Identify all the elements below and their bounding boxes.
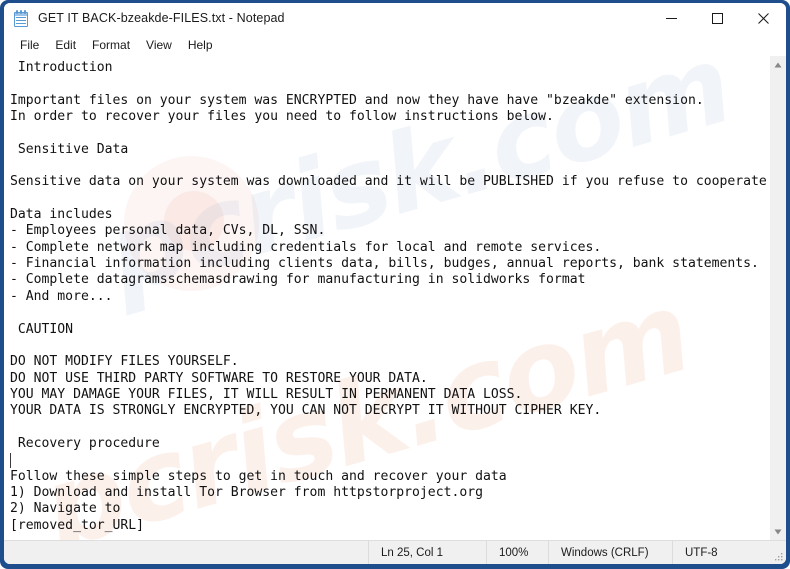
status-bar: Ln 25, Col 1 100% Windows (CRLF) UTF-8 bbox=[4, 540, 786, 564]
text-line: - Employees personal data, CVs, DL, SSN. bbox=[10, 223, 326, 239]
document-text[interactable]: Introduction Important files on your syst… bbox=[4, 56, 769, 534]
scroll-up-button[interactable] bbox=[770, 56, 787, 73]
minimize-button[interactable] bbox=[648, 3, 694, 33]
resize-grip[interactable] bbox=[772, 541, 786, 564]
menu-item-view[interactable]: View bbox=[138, 36, 180, 54]
status-spacer bbox=[4, 541, 368, 564]
notepad-icon bbox=[13, 9, 29, 27]
vertical-scrollbar[interactable] bbox=[769, 56, 786, 540]
text-line: YOU MAY DAMAGE YOUR FILES, IT WILL RESUL… bbox=[10, 386, 523, 402]
text-line bbox=[10, 191, 769, 207]
text-line: Sensitive Data bbox=[10, 141, 129, 157]
maximize-icon bbox=[711, 12, 723, 24]
text-line bbox=[10, 338, 769, 354]
menu-item-file[interactable]: File bbox=[12, 36, 47, 54]
window-inner: GET IT BACK-bzeakde-FILES.txt - Notepad bbox=[4, 3, 786, 564]
text-line: Introduction bbox=[10, 60, 113, 75]
title-bar-left: GET IT BACK-bzeakde-FILES.txt - Notepad bbox=[4, 9, 648, 27]
close-button[interactable] bbox=[740, 3, 786, 33]
text-line: 2) Navigate to bbox=[10, 501, 121, 517]
text-line bbox=[10, 158, 769, 174]
text-line: YOUR DATA IS STRONGLY ENCRYPTED, YOU CAN… bbox=[10, 403, 602, 419]
scrollbar-thumb[interactable] bbox=[770, 73, 786, 523]
scroll-down-icon bbox=[774, 529, 782, 534]
text-caret bbox=[10, 453, 11, 469]
title-bar[interactable]: GET IT BACK-bzeakde-FILES.txt - Notepad bbox=[4, 3, 786, 33]
status-line-ending[interactable]: Windows (CRLF) bbox=[548, 541, 672, 564]
text-line: [removed_tor_URL] bbox=[10, 517, 145, 533]
menu-item-help[interactable]: Help bbox=[180, 36, 221, 54]
text-line: - Complete network map including credent… bbox=[10, 239, 602, 255]
text-line: Data includes bbox=[10, 207, 113, 223]
text-line bbox=[10, 76, 769, 92]
text-line: Recovery procedure bbox=[10, 435, 160, 451]
window-title: GET IT BACK-bzeakde-FILES.txt - Notepad bbox=[38, 11, 285, 25]
menu-item-edit[interactable]: Edit bbox=[47, 36, 84, 54]
text-line: Important files on your system was ENCRY… bbox=[10, 92, 704, 108]
text-line: - Financial information including client… bbox=[10, 256, 759, 272]
text-line: In order to recover your files you need … bbox=[10, 109, 554, 125]
minimize-icon bbox=[665, 17, 677, 19]
status-encoding[interactable]: UTF-8 bbox=[672, 541, 772, 564]
text-line bbox=[10, 452, 769, 469]
text-line: 1) Download and install Tor Browser from… bbox=[10, 484, 483, 500]
maximize-button[interactable] bbox=[694, 3, 740, 33]
menu-bar: File Edit Format View Help bbox=[4, 33, 786, 56]
editor-area: pcrisk.com pcrisk.com Introduction Import… bbox=[4, 56, 786, 540]
text-line: DO NOT USE THIRD PARTY SOFTWARE TO RESTO… bbox=[10, 370, 428, 386]
status-zoom-level[interactable]: 100% bbox=[486, 541, 548, 564]
notepad-window: GET IT BACK-bzeakde-FILES.txt - Notepad bbox=[0, 0, 790, 569]
text-line bbox=[10, 305, 769, 321]
status-cursor-position[interactable]: Ln 25, Col 1 bbox=[368, 541, 486, 564]
window-controls bbox=[648, 3, 786, 33]
text-line: DO NOT MODIFY FILES YOURSELF. bbox=[10, 354, 239, 370]
text-line: Sensitive data on your system was downlo… bbox=[10, 174, 769, 190]
text-line bbox=[10, 420, 769, 436]
text-line: - Complete datagramsschemasdrawing for m… bbox=[10, 272, 586, 288]
close-icon bbox=[757, 12, 769, 24]
text-line: CAUTION bbox=[10, 321, 74, 337]
scroll-down-button[interactable] bbox=[770, 523, 787, 540]
text-line: Follow these simple steps to get in touc… bbox=[10, 468, 507, 484]
resize-grip-icon bbox=[775, 553, 783, 561]
text-line bbox=[10, 125, 769, 141]
scroll-up-icon bbox=[774, 62, 782, 67]
text-editor[interactable]: pcrisk.com pcrisk.com Introduction Import… bbox=[4, 56, 769, 540]
text-line: - And more... bbox=[10, 288, 113, 304]
menu-item-format[interactable]: Format bbox=[84, 36, 138, 54]
